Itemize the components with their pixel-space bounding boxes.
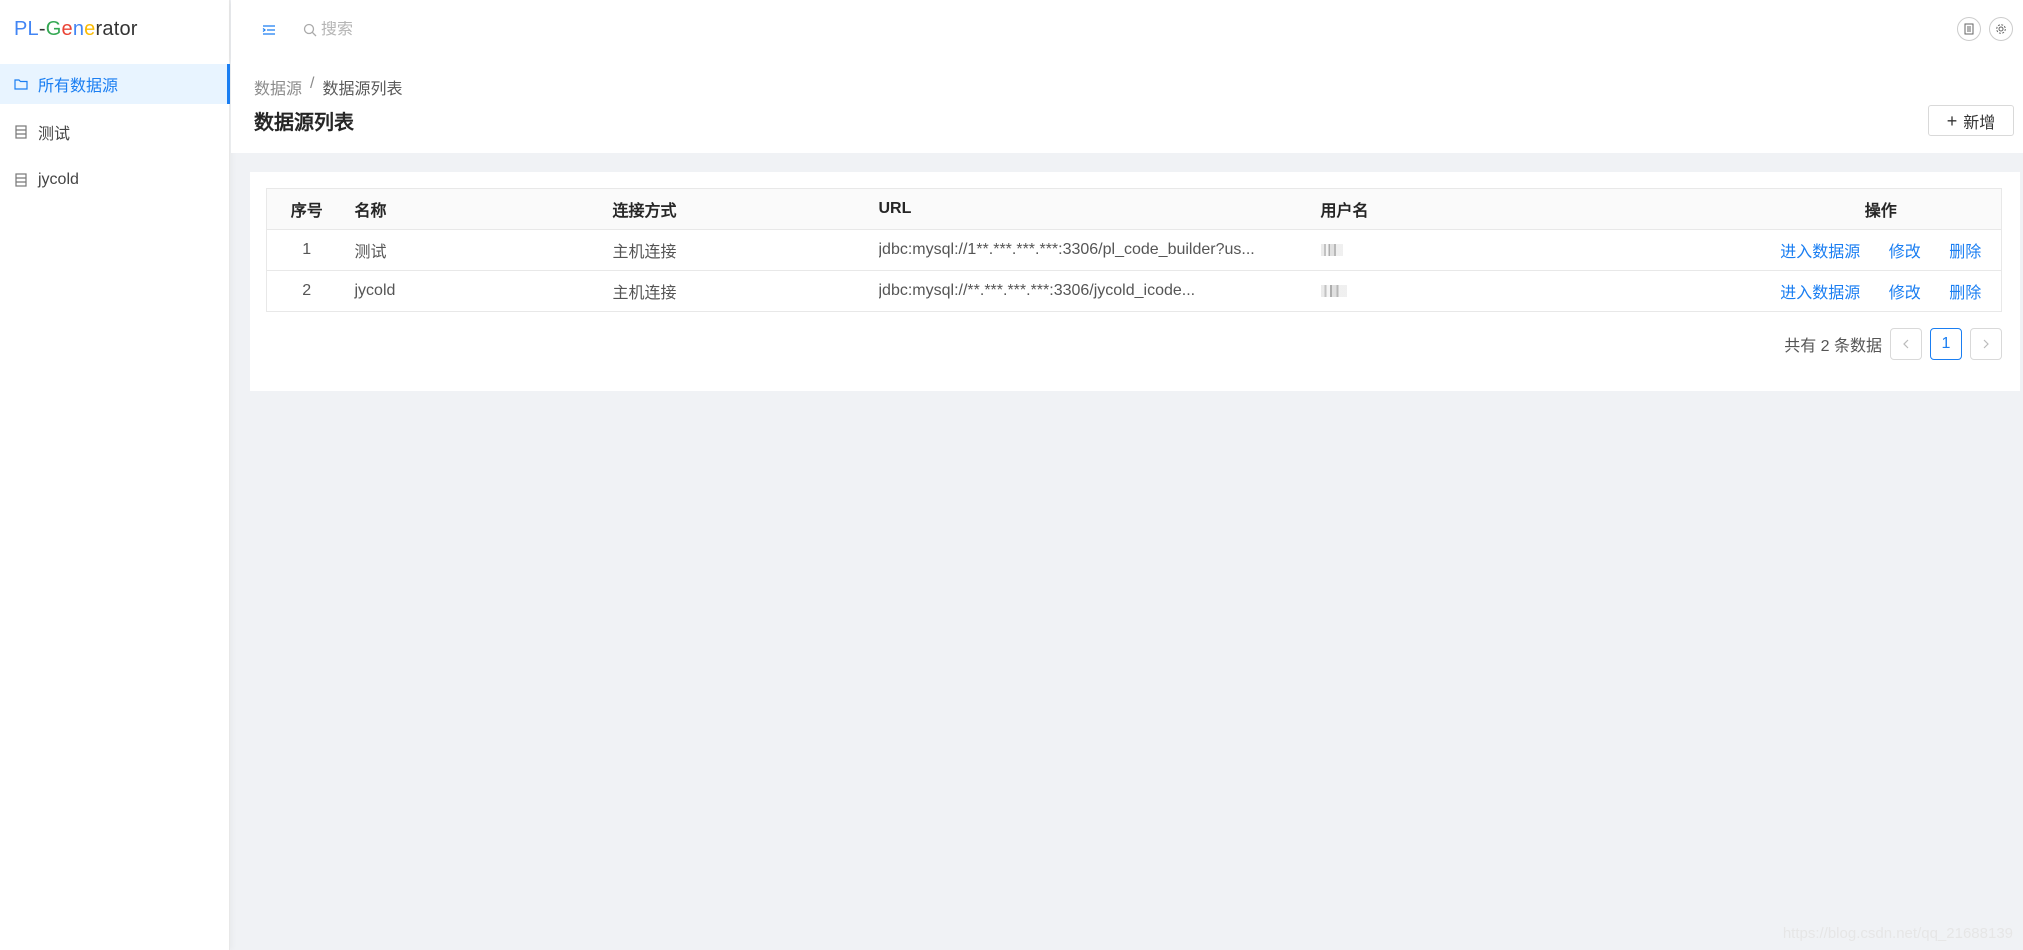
sidebar-item-test[interactable]: 测试 [0,112,229,152]
menu-collapse-icon[interactable] [257,18,281,42]
column-header-actions: 操作 [1760,188,2002,230]
cell-actions: 进入数据源 修改 删除 [1761,271,2002,312]
url-text: jdbc:mysql://1**.***.***.***:3306/pl_cod… [878,240,1255,258]
logo-letter: a [102,17,114,40]
pagination-total: 共有 2 条数据 [1784,338,1882,355]
top-header [231,0,2023,60]
gear-icon [1995,23,2007,35]
chevron-right-icon [1982,339,1990,349]
database-icon [14,125,28,139]
logo-letter: e [84,17,96,40]
delete-link[interactable]: 删除 [1949,244,1981,261]
column-header-username: 用户名 [1320,188,1761,230]
cell-index: 1 [266,229,347,271]
chevron-left-icon [1902,339,1910,349]
cell-actions: 进入数据源 修改 删除 [1760,229,2002,271]
breadcrumb: 数据源 / 数据源列表 [254,75,402,99]
redacted-username [1320,284,1347,297]
sidebar-item-jycold[interactable]: jycold [0,160,229,200]
breadcrumb-separator: / [310,75,315,92]
column-header-url: URL [878,188,1321,230]
settings-button[interactable] [1989,17,2013,41]
column-header-name: 名称 [346,188,613,230]
document-button[interactable] [1957,17,1981,41]
datasource-table: 序号 名称 连接方式 URL 用户名 操作 1 测试 主机连接 jdbc:mys… [266,188,2002,312]
column-header-index: 序号 [266,188,347,230]
add-button-label: 新增 [1963,114,1996,132]
logo-letter: r [130,17,138,40]
breadcrumb-root[interactable]: 数据源 [254,75,302,99]
search-icon [303,23,317,37]
logo-letter: n [72,17,85,40]
edit-link[interactable]: 修改 [1889,244,1921,261]
logo-letter: L [27,17,39,40]
cell-url: jdbc:mysql://1**.***.***.***:3306/pl_cod… [878,229,1321,271]
prev-page-button[interactable] [1890,328,1922,360]
cell-name: jycold [354,282,396,299]
redacted-username [1320,243,1343,256]
enter-datasource-link[interactable]: 进入数据源 [1780,244,1860,261]
sidebar-item-label: 测试 [38,126,71,143]
table-header-row: 序号 名称 连接方式 URL 用户名 操作 [266,188,2002,230]
plus-icon: + [1946,110,1958,131]
header-actions [1957,17,2013,41]
url-text: jdbc:mysql://**.***.***.***:3306/jycold_… [878,281,1196,299]
page-number-button[interactable]: 1 [1930,328,1962,360]
sidebar-item-all-datasources[interactable]: 所有数据源 [0,64,230,104]
database-icon [14,173,28,187]
add-datasource-button[interactable]: + 新增 [1928,105,2014,136]
edit-link[interactable]: 修改 [1889,285,1921,302]
column-header-connection: 连接方式 [612,188,879,230]
header-search[interactable] [303,14,663,46]
cell-url: jdbc:mysql://**.***.***.***:3306/jycold_… [879,271,1321,312]
table-row: 1 测试 主机连接 jdbc:mysql://1**.***.***.***:3… [266,229,2002,271]
breadcrumb-current: 数据源列表 [322,81,403,98]
sidebar-item-label: 所有数据源 [38,78,119,95]
pagination: 共有 2 条数据 1 [1784,328,2002,360]
enter-datasource-link[interactable]: 进入数据源 [1780,285,1860,302]
logo-letter: - [38,17,46,40]
table-row: 2 jycold 主机连接 jdbc:mysql://**.***.***.**… [267,271,2002,312]
watermark: https://blog.csdn.net/qq_21688139 [1782,925,2013,942]
cell-username [1320,271,1761,312]
sidebar-menu: 所有数据源 测试 jycold [0,64,230,200]
next-page-button[interactable] [1970,328,2002,360]
page-header: 数据源 / 数据源列表 数据源列表 + 新增 [231,60,2023,153]
datasource-card: 序号 名称 连接方式 URL 用户名 操作 1 测试 主机连接 jdbc:mys… [250,172,2020,391]
cell-connection: 主机连接 [612,229,879,271]
logo-letter: e [61,17,73,40]
sidebar: PL-Generator 所有数据源 测试 jycold [0,0,230,950]
logo-letter: P [14,17,28,40]
app-logo[interactable]: PL-Generator [0,0,229,58]
cell-username [1320,229,1761,271]
sidebar-item-label: jycold [38,171,79,188]
page-title: 数据源列表 [254,112,354,134]
search-input[interactable] [321,21,621,39]
cell-name: 测试 [346,229,613,271]
folder-icon [14,77,28,91]
delete-link[interactable]: 删除 [1949,285,1981,302]
document-icon [1964,23,1974,35]
logo-letter: G [45,17,62,40]
cell-connection: 主机连接 [612,285,677,302]
logo-letter: r [95,17,103,40]
logo-letter: o [119,17,131,40]
cell-index: 2 [302,282,312,299]
